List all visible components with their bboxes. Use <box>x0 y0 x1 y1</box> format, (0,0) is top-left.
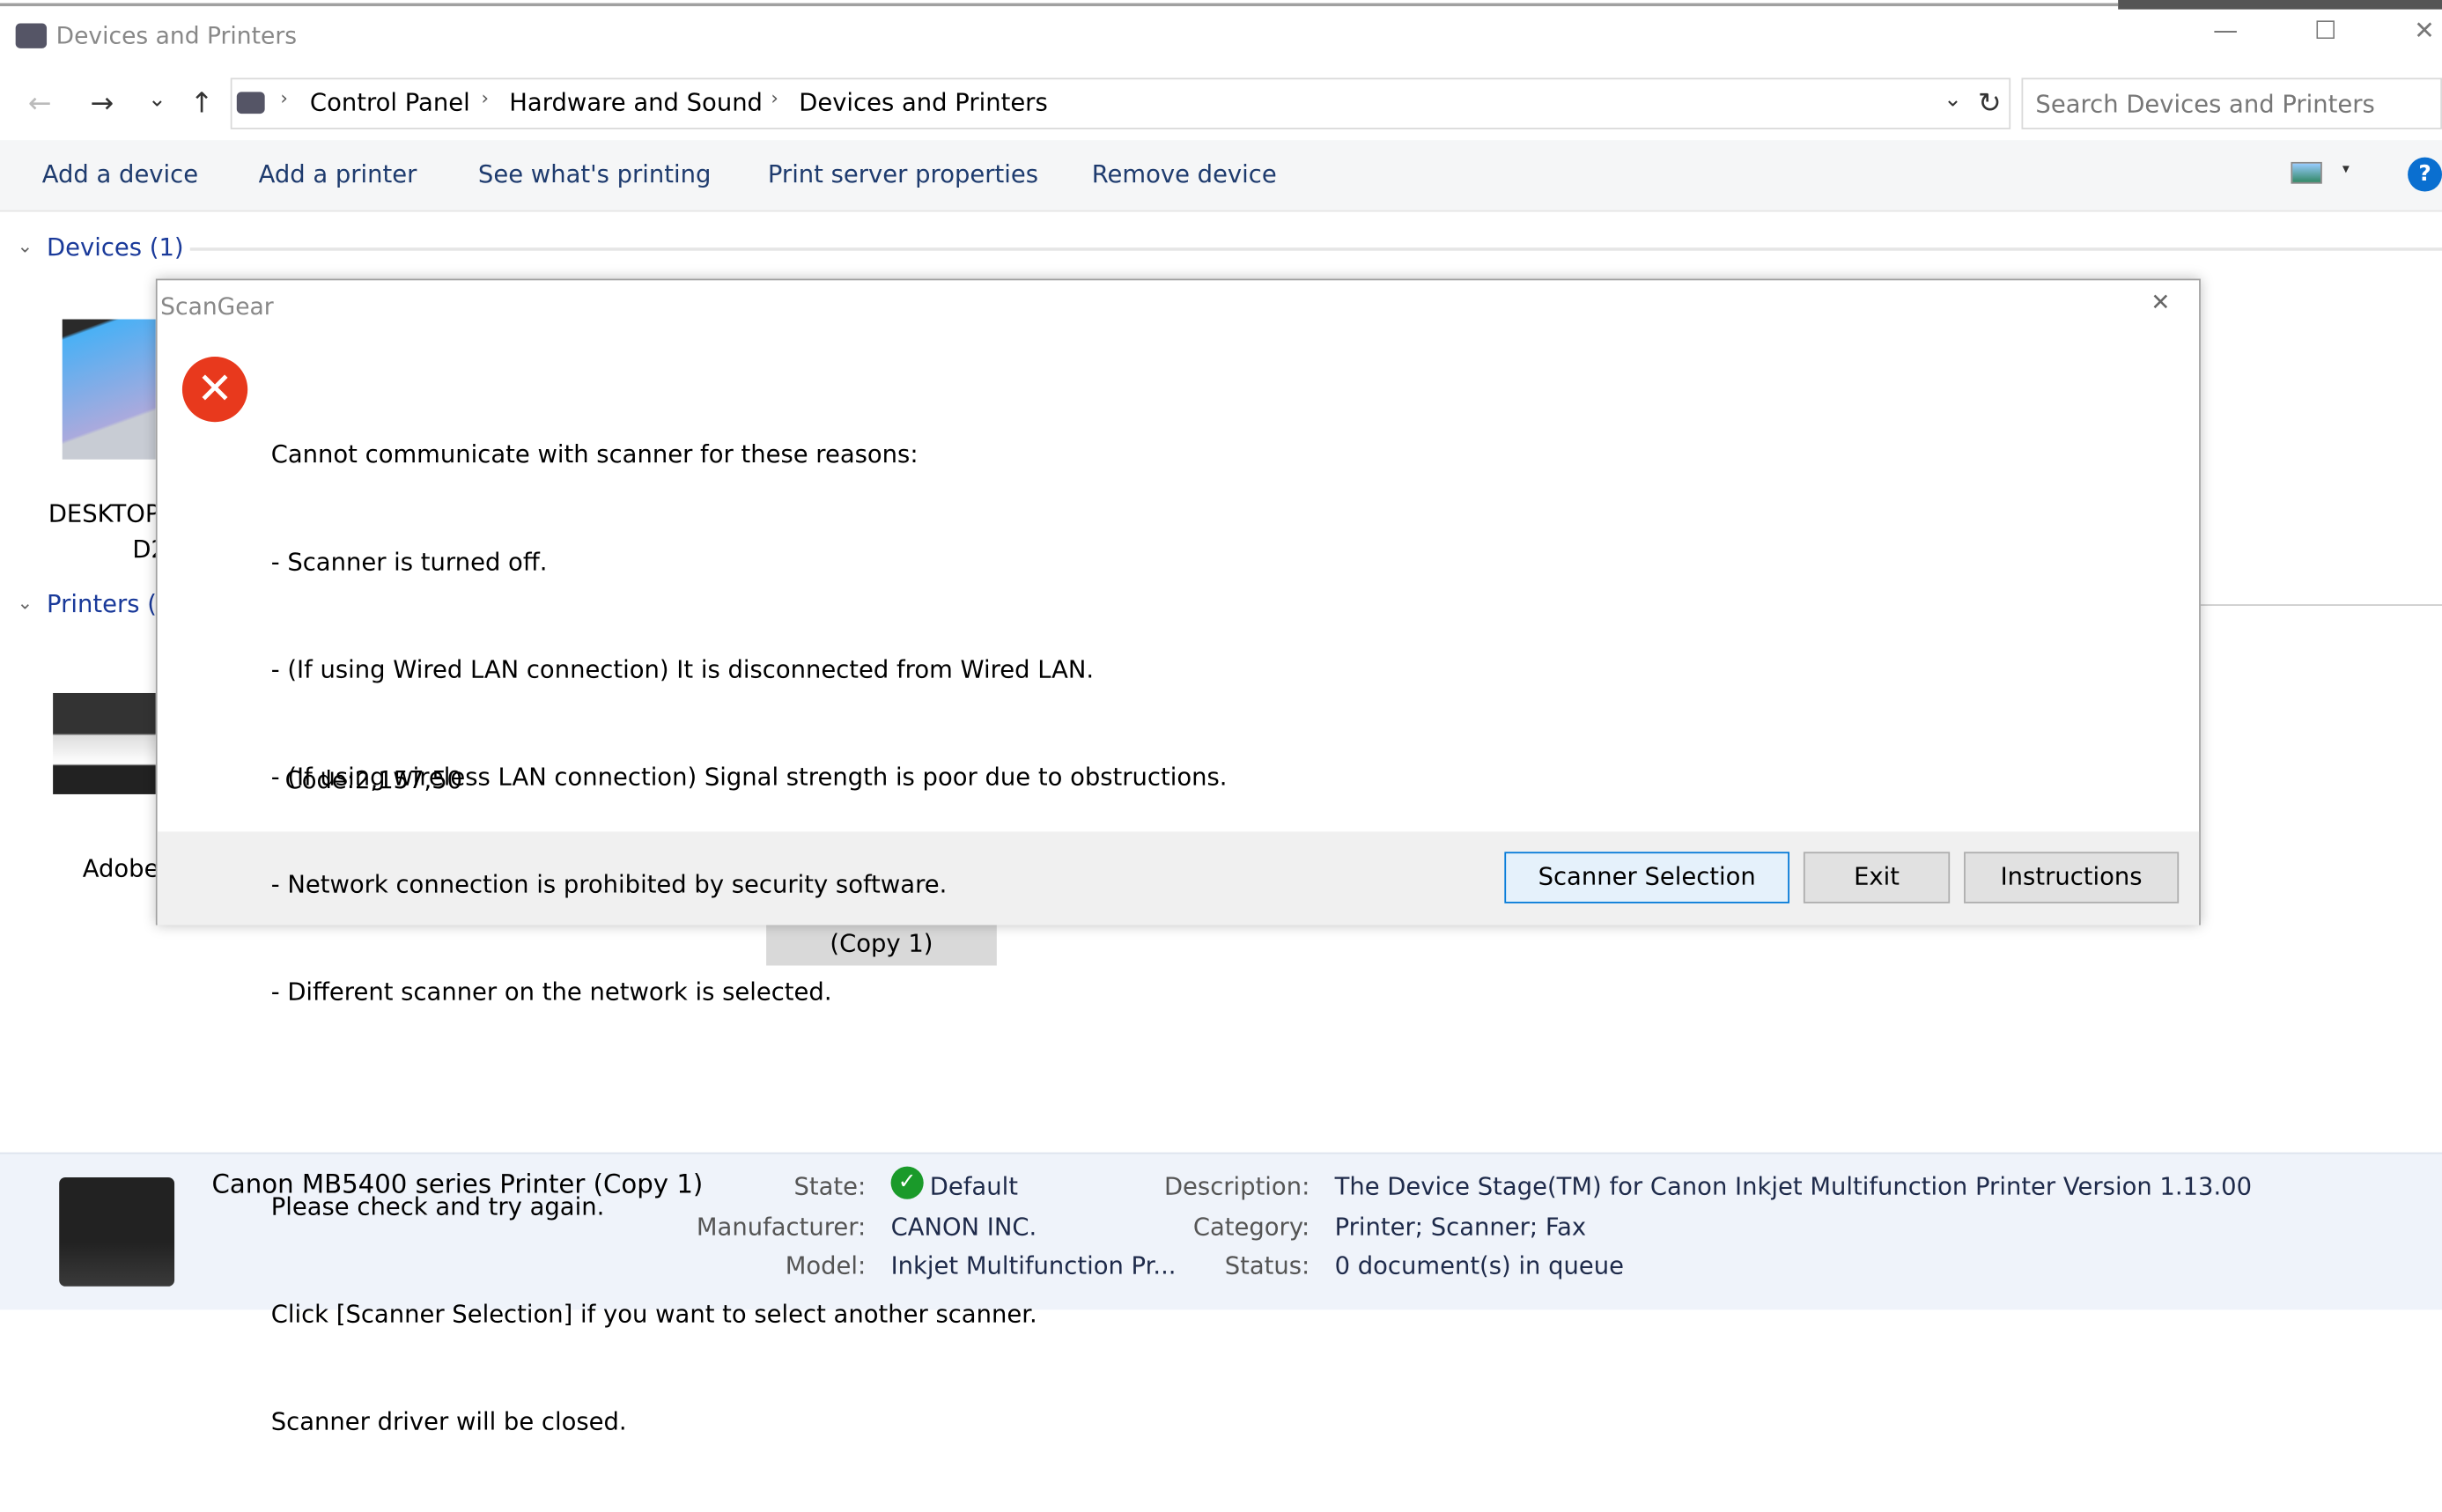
window-title: Devices and Printers <box>55 21 298 50</box>
device-label-line2: D2 <box>132 535 156 564</box>
chevron-right-icon: › <box>481 87 489 109</box>
printers-group-header[interactable]: Printers (8 <box>47 590 156 618</box>
maximize-button[interactable]: ☐ <box>2314 16 2336 46</box>
devices-and-printers-window: Devices and Printers — ☐ ✕ ← → ⌄ ↑ › Con… <box>0 0 2442 1436</box>
add-printer-button[interactable]: Add a printer <box>259 160 417 188</box>
view-dropdown-icon[interactable]: ▾ <box>2342 162 2350 178</box>
devices-group-header[interactable]: Devices (1) <box>47 233 184 262</box>
error-code: Code:2,157,50 <box>284 766 463 794</box>
printer-icon[interactable] <box>53 692 156 794</box>
chevron-right-icon: › <box>280 87 288 109</box>
address-dropdown-button[interactable]: ⌄ <box>1944 87 1962 112</box>
error-icon: ✕ <box>181 356 248 423</box>
chevron-down-icon[interactable]: ⌄ <box>17 235 33 257</box>
instructions-button[interactable]: Instructions <box>1964 852 2180 904</box>
chevron-down-icon[interactable]: ⌄ <box>17 592 33 614</box>
status-value: 0 document(s) in queue <box>1334 1251 1625 1280</box>
exit-button[interactable]: Exit <box>1803 852 1951 904</box>
recent-locations-button[interactable]: ⌄ <box>148 87 166 112</box>
message-line: - Different scanner on the network is se… <box>270 977 832 1007</box>
add-device-button[interactable]: Add a device <box>42 160 198 188</box>
error-message: Cannot communicate with scanner for thes… <box>271 366 1228 1512</box>
help-button[interactable]: ? <box>2408 157 2442 192</box>
group-divider <box>2200 604 2442 606</box>
breadcrumb-devices-and-printers[interactable]: Devices and Printers <box>799 89 1048 117</box>
breadcrumb-hardware-and-sound[interactable]: Hardware and Sound <box>509 89 763 117</box>
close-button[interactable]: ✕ <box>2414 16 2435 46</box>
category-value: Printer; Scanner; Fax <box>1334 1213 1587 1242</box>
message-line: Scanner driver will be closed. <box>270 1407 627 1436</box>
control-panel-icon <box>236 92 265 114</box>
dialog-title: ScanGear <box>160 292 274 321</box>
up-button[interactable]: ↑ <box>190 87 214 120</box>
dialog-close-button[interactable]: ✕ <box>2151 288 2170 316</box>
print-server-properties-button[interactable]: Print server properties <box>768 160 1038 188</box>
printer-label[interactable]: Adobe <box>83 855 156 883</box>
remove-device-button[interactable]: Remove device <box>1092 160 1277 188</box>
device-label[interactable]: DESKTOP <box>48 500 156 528</box>
description-value: The Device Stage(TM) for Canon Inkjet Mu… <box>1334 1172 2253 1201</box>
search-input[interactable]: Search Devices and Printers <box>2021 77 2442 129</box>
background-window-edge <box>2118 0 2442 10</box>
see-whats-printing-button[interactable]: See what's printing <box>478 160 712 188</box>
scangear-dialog: ScanGear ✕ ✕ Cannot communicate with sca… <box>155 278 2201 1436</box>
top-border <box>0 3 2119 7</box>
message-line: - Scanner is turned off. <box>270 548 548 577</box>
forward-button[interactable]: → <box>91 87 114 120</box>
minimize-button[interactable]: — <box>2213 16 2238 46</box>
devices-printers-icon <box>15 23 48 48</box>
message-line: Please check and try again. <box>270 1192 605 1221</box>
group-divider <box>189 247 2442 251</box>
message-line: Cannot communicate with scanner for thes… <box>270 440 919 469</box>
scanner-selection-button[interactable]: Scanner Selection <box>1504 852 1790 904</box>
refresh-button[interactable]: ↻ <box>1978 87 2002 120</box>
laptop-icon[interactable] <box>62 319 156 460</box>
message-line: - Network connection is prohibited by se… <box>270 870 948 899</box>
printer-thumbnail-icon <box>59 1176 175 1287</box>
back-button[interactable]: ← <box>28 87 52 120</box>
message-line: - (If using Wired LAN connection) It is … <box>270 655 1095 684</box>
message-line: Click [Scanner Selection] if you want to… <box>270 1300 1037 1329</box>
address-bar[interactable] <box>230 77 2011 129</box>
change-view-icon[interactable] <box>2291 161 2322 184</box>
chevron-right-icon: › <box>771 87 778 109</box>
breadcrumb-control-panel[interactable]: Control Panel <box>310 89 470 117</box>
